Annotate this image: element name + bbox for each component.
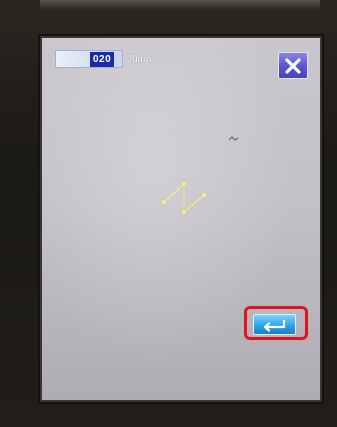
header-bar: 020 Jump [55, 50, 151, 68]
enter-icon [263, 319, 285, 332]
stitch-line-3 [183, 194, 205, 213]
close-icon [285, 57, 301, 74]
enter-button[interactable] [253, 314, 296, 335]
touch-screen: 020 Jump [42, 38, 320, 400]
stitch-point [181, 209, 187, 215]
stitch-number-value[interactable]: 020 [90, 51, 115, 67]
bezel-reflection [40, 0, 320, 10]
close-button[interactable] [278, 52, 308, 79]
stitch-point [201, 192, 207, 198]
cursor-mark [228, 136, 239, 141]
stitch-number-selector[interactable]: 020 [55, 50, 123, 68]
stitch-point [181, 181, 187, 187]
stitch-line-1 [163, 183, 185, 203]
mode-label: Jump [127, 53, 152, 65]
stitch-pattern-preview [161, 181, 207, 215]
stitch-point [161, 199, 167, 205]
enter-button-highlight [244, 306, 308, 340]
